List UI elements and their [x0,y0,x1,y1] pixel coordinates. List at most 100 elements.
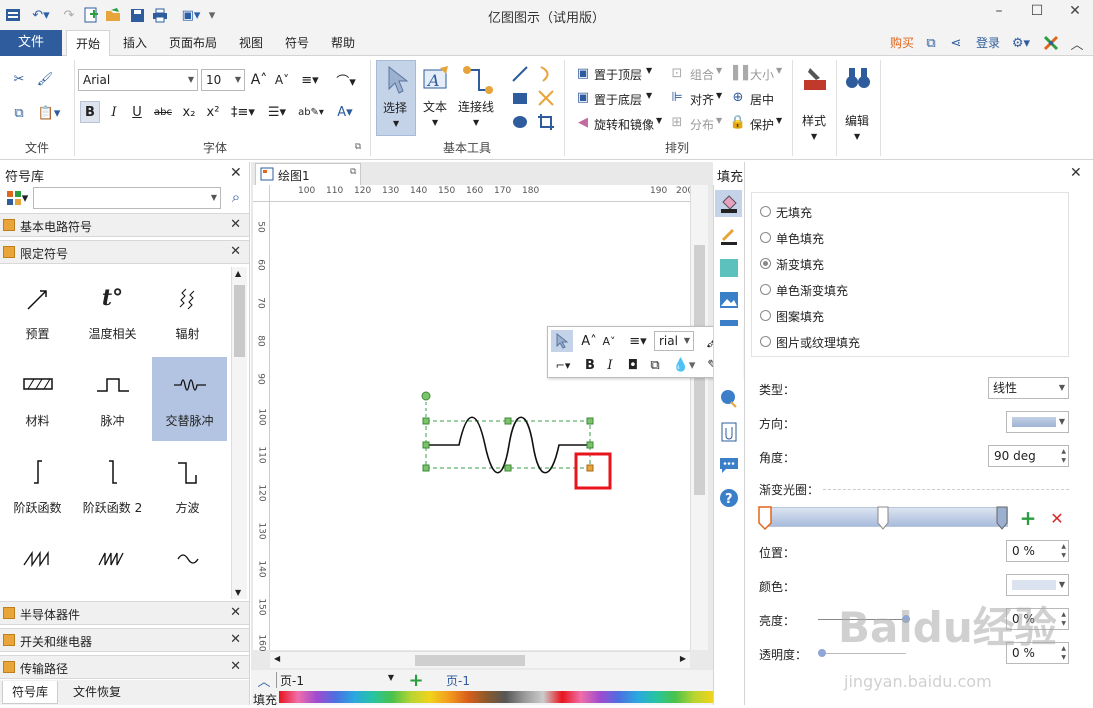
close-icon[interactable]: ✕ [1070,165,1082,181]
tab-symbols[interactable]: 符号 [278,30,316,56]
login-link[interactable]: 登录 [970,30,1006,56]
control-point-handle[interactable] [586,464,594,472]
share-window-icon[interactable]: ⧉ [922,34,940,52]
text-direction-icon[interactable]: ⌒▾ [330,70,362,90]
symbol-preset[interactable]: 预置 [0,270,75,354]
distribute-button[interactable]: 分布 [690,116,714,133]
symbol-square-wave[interactable]: 方波 [150,444,225,528]
document-tab[interactable]: 绘图1 ⧉ [255,163,361,185]
select-tool-button[interactable]: 选择 ▼ [376,60,416,136]
dialog-launcher-icon[interactable]: ⧉ [350,167,356,177]
distribute-icon[interactable]: ⊞ [668,113,686,131]
gradient-stop-handle[interactable] [757,505,773,531]
paste-icon[interactable]: 📋▾ [34,102,64,124]
text-tool-button[interactable]: A 文本 ▼ [419,60,453,136]
dialog-launcher-icon[interactable]: ⧉ [352,141,364,153]
protect-lock-icon[interactable]: 🔒 [729,113,747,131]
alternating-pulse-shape[interactable] [415,388,615,498]
strikethrough-icon[interactable]: abc [152,102,174,122]
align-button[interactable]: 对齐 [690,91,714,108]
attachment-icon[interactable] [715,420,742,444]
buy-link[interactable]: 购买 [884,30,920,56]
gradient-stop-handle[interactable] [995,505,1009,531]
page-tab[interactable]: 页-1 [438,672,478,688]
bold-icon[interactable]: B [80,101,100,123]
resize-handle[interactable] [422,464,430,472]
connector-tool-button[interactable]: 连接线 ▼ [456,60,498,136]
radio-picture-fill[interactable] [760,336,771,347]
radio-pattern-fill[interactable] [760,310,771,321]
gradient-type-select[interactable]: 线性 ▼ [988,377,1069,399]
share-icon[interactable]: ⋖ [947,34,965,52]
align-text-icon[interactable]: ≡▾ [626,331,650,351]
shadow-icon[interactable]: ◘ [624,355,642,375]
group-button[interactable]: 组合 [690,66,714,83]
superscript-icon[interactable]: x² [203,102,223,122]
copy-icon[interactable]: ⧉ [8,102,30,124]
line-style-icon[interactable] [715,222,742,249]
option-single-gradient-fill[interactable]: 单色渐变填充 [776,282,848,299]
italic-icon[interactable]: I [105,102,123,122]
position-spinner[interactable]: 0 % ▲ ▼ [1006,540,1069,562]
maximize-icon[interactable]: ☐ [1025,3,1049,25]
add-page-icon[interactable]: + [407,670,425,691]
cross-shape-icon[interactable] [535,87,557,109]
connector-icon[interactable]: ⌐▾ [551,355,575,375]
resize-handle[interactable] [422,417,430,425]
option-picture-fill[interactable]: 图片或纹理填充 [776,334,860,351]
radio-gradient-fill[interactable] [760,258,771,269]
close-window-icon[interactable]: ✕ [1063,3,1087,25]
radio-single-gradient-fill[interactable] [760,284,771,295]
spinner-arrows-icon[interactable]: ▲ ▼ [1061,644,1066,662]
add-stop-icon[interactable]: + [1018,506,1038,530]
tab-home[interactable]: 开始 [66,30,110,57]
option-no-fill[interactable]: 无填充 [776,204,812,221]
resize-handle[interactable] [586,441,594,449]
italic-icon[interactable]: I [602,355,618,375]
rotate-mirror-icon[interactable]: ◀ [574,113,592,131]
hyperlink-icon[interactable] [715,386,742,410]
shadow-style-icon[interactable] [715,254,742,281]
option-solid-fill[interactable]: 单色填充 [776,230,824,247]
bring-to-front-icon[interactable]: ▣ [574,64,592,82]
symbol-search-input[interactable]: ▼ [33,187,221,209]
cut-icon[interactable]: ✂ [8,68,30,90]
rotation-handle[interactable] [421,391,431,401]
copy-style-icon[interactable]: ⧉ [646,355,664,375]
library-header-transmission[interactable]: 传输路径 ✕ [0,655,249,679]
protect-button[interactable]: 保护 [750,116,774,133]
collapse-ribbon-icon[interactable]: ︿ [1068,34,1086,53]
align-icon[interactable]: ⊫ [668,88,686,106]
center-icon[interactable]: ⊕ [729,88,747,106]
radio-solid-fill[interactable] [760,232,771,243]
spinner-arrows-icon[interactable]: ▲ ▼ [1061,542,1066,560]
symbol-material[interactable]: 材料 [0,357,75,441]
font-name-select[interactable]: Arial ▼ [78,69,198,91]
paragraph-spacing-icon[interactable]: ‡≡▾ [228,102,258,122]
radio-no-fill[interactable] [760,206,771,217]
symbol-scrollbar[interactable]: ▲ ▼ [231,267,247,599]
library-header-basic-circuit[interactable]: 基本电路符号 ✕ [0,213,249,237]
spinner-arrows-icon[interactable]: ▲ ▼ [1061,610,1066,628]
direction-select[interactable]: ▼ [1006,411,1069,433]
style-button[interactable]: 样式 ▼ [797,62,833,146]
page-select[interactable]: 页-1 ▼ [276,672,398,688]
scroll-right-icon[interactable]: ▶ [680,654,686,663]
subscript-icon[interactable]: x₂ [179,102,199,122]
library-header-semiconductor[interactable]: 半导体器件 ✕ [0,601,249,625]
close-icon[interactable]: ✕ [230,632,241,647]
pointer-icon[interactable] [551,330,573,352]
remove-stop-icon[interactable]: ✕ [1047,508,1067,528]
option-pattern-fill[interactable]: 图案填充 [776,308,824,325]
tab-page-layout[interactable]: 页面布局 [162,30,224,56]
close-icon[interactable]: ✕ [230,659,241,674]
comment-icon[interactable] [715,453,742,477]
close-icon[interactable]: ✕ [230,165,242,181]
scroll-down-icon[interactable]: ▼ [235,588,241,597]
layers-icon[interactable] [715,318,742,328]
highlight-icon[interactable]: ab✎▾ [296,102,326,122]
chevron-up-icon[interactable]: ︿ [256,672,272,690]
rectangle-shape-icon[interactable] [509,87,531,109]
symbol-step-function[interactable]: 阶跃函数 [0,444,75,528]
format-painter-icon[interactable]: 🖌 [34,68,56,90]
